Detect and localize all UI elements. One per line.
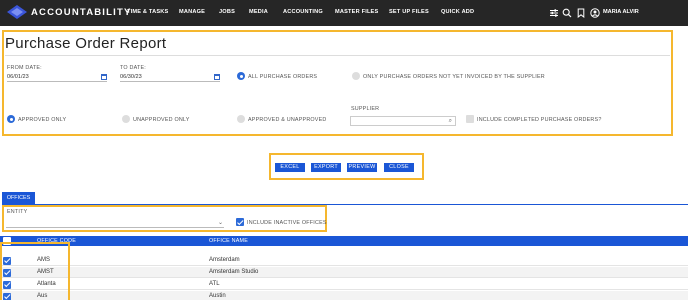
rows-highlight: [0, 242, 70, 300]
close-button[interactable]: CLOSE: [384, 163, 414, 172]
from-date-field[interactable]: 06/01/23: [7, 72, 107, 82]
nav-accounting[interactable]: ACCOUNTING: [283, 9, 323, 15]
user-circle-icon[interactable]: [590, 8, 600, 18]
table-row[interactable]: AMST Amsterdam Studio: [0, 267, 688, 278]
title-divider: [5, 55, 670, 56]
nav-media[interactable]: MEDIA: [249, 9, 268, 15]
bookmark-icon[interactable]: [576, 8, 586, 18]
include-inactive-checkbox[interactable]: [236, 218, 244, 226]
option-unapproved-only[interactable]: UNAPPROVED ONLY: [133, 117, 190, 123]
table-header: [0, 236, 688, 246]
include-completed-label[interactable]: INCLUDE COMPLETED PURCHASE ORDERS?: [477, 117, 602, 123]
excel-button[interactable]: EXCEL: [275, 163, 305, 172]
table-row[interactable]: AMS Amsterdam: [0, 255, 688, 266]
sliders-icon[interactable]: [549, 8, 559, 18]
option-not-yet-invoiced[interactable]: ONLY PURCHASE ORDERS NOT YET INVOICED BY…: [363, 74, 545, 80]
radio-all-purchase-orders[interactable]: [237, 72, 245, 80]
supplier-input[interactable]: ⌕: [350, 116, 456, 126]
app-name: ACCOUNTABILITY: [31, 6, 132, 18]
app-logo[interactable]: ACCOUNTABILITY: [6, 4, 132, 20]
to-date-label: TO DATE:: [120, 65, 146, 71]
nav-jobs[interactable]: JOBS: [219, 9, 235, 15]
radio-approved-only[interactable]: [7, 115, 15, 123]
nav-master-files[interactable]: MASTER FILES: [335, 9, 378, 15]
column-office-name[interactable]: OFFICE NAME: [209, 238, 248, 244]
nav-quick-add[interactable]: QUICK ADD: [441, 9, 474, 15]
option-all-purchase-orders[interactable]: ALL PURCHASE ORDERS: [248, 74, 317, 80]
logo-mark-icon: [7, 5, 27, 19]
search-icon[interactable]: [562, 8, 572, 18]
export-button[interactable]: EXPORT: [311, 163, 341, 172]
nav-time-tasks[interactable]: TIME & TASKS: [127, 9, 168, 15]
option-approved-only[interactable]: APPROVED ONLY: [18, 117, 66, 123]
radio-approved-and-unapproved[interactable]: [237, 115, 245, 123]
office-name: Amsterdam Studio: [209, 269, 259, 275]
radio-not-yet-invoiced[interactable]: [352, 72, 360, 80]
calendar-icon[interactable]: [101, 74, 107, 80]
include-inactive-label[interactable]: INCLUDE INACTIVE OFFICES: [247, 220, 327, 226]
office-name: Austin: [209, 293, 226, 299]
entity-label: ENTITY: [7, 209, 28, 215]
search-icon[interactable]: ⌕: [449, 118, 452, 125]
page-title: Purchase Order Report: [5, 35, 167, 52]
option-approved-and-unapproved[interactable]: APPROVED & UNAPPROVED: [248, 117, 327, 123]
entity-select[interactable]: ⌄: [6, 218, 224, 228]
calendar-icon[interactable]: [214, 74, 220, 80]
tab-offices[interactable]: OFFICES: [2, 192, 35, 204]
to-date-field[interactable]: 06/30/23: [120, 72, 220, 82]
preview-button[interactable]: PREVIEW: [347, 163, 377, 172]
office-name: ATL: [209, 281, 220, 287]
office-name: Amsterdam: [209, 257, 240, 263]
from-date-label: FROM DATE:: [7, 65, 42, 71]
chevron-down-icon[interactable]: ⌄: [218, 219, 223, 226]
from-date-value: 06/01/23: [7, 74, 29, 80]
top-navigation-bar: ACCOUNTABILITY TIME & TASKS MANAGE JOBS …: [0, 0, 688, 26]
user-name[interactable]: MARIA ALVIR: [603, 9, 639, 15]
nav-set-up-files[interactable]: SET UP FILES: [389, 9, 429, 15]
supplier-label: SUPPLIER: [351, 106, 380, 112]
include-completed-checkbox[interactable]: [466, 115, 474, 123]
table-row[interactable]: Atlanta ATL: [0, 279, 688, 290]
to-date-value: 06/30/23: [120, 74, 142, 80]
radio-unapproved-only[interactable]: [122, 115, 130, 123]
nav-manage[interactable]: MANAGE: [179, 9, 205, 15]
table-row[interactable]: Aus Austin: [0, 291, 688, 300]
